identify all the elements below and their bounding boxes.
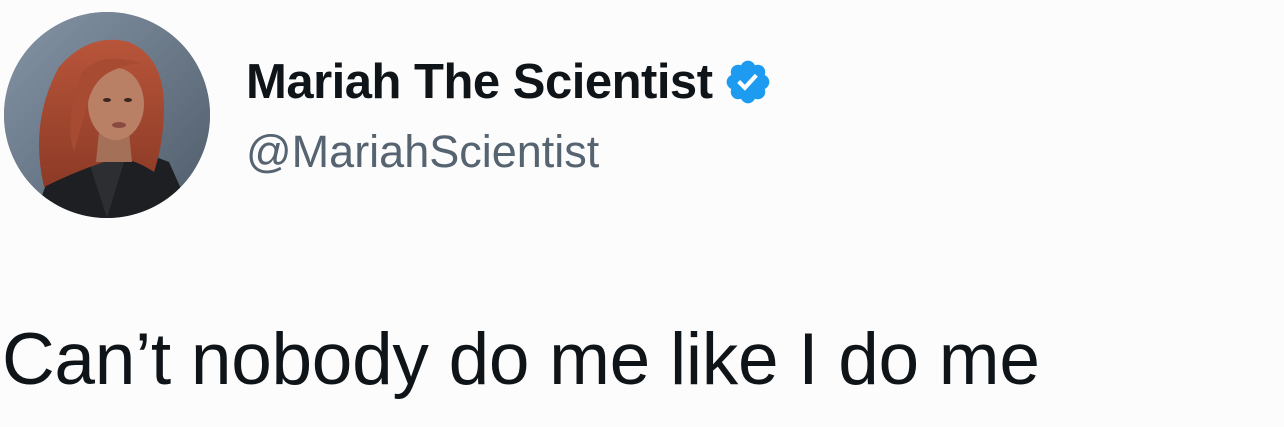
tweet-text: Can’t nobody do me like I do me (2, 319, 1040, 400)
tweet-card: Mariah The Scientist @MariahScientist Ca… (0, 0, 1284, 427)
verified-badge-icon (723, 57, 773, 107)
avatar[interactable] (4, 12, 210, 218)
display-name[interactable]: Mariah The Scientist (246, 54, 713, 110)
user-info: Mariah The Scientist @MariahScientist (246, 52, 773, 178)
display-name-row: Mariah The Scientist (246, 52, 773, 112)
user-handle[interactable]: @MariahScientist (246, 126, 773, 178)
